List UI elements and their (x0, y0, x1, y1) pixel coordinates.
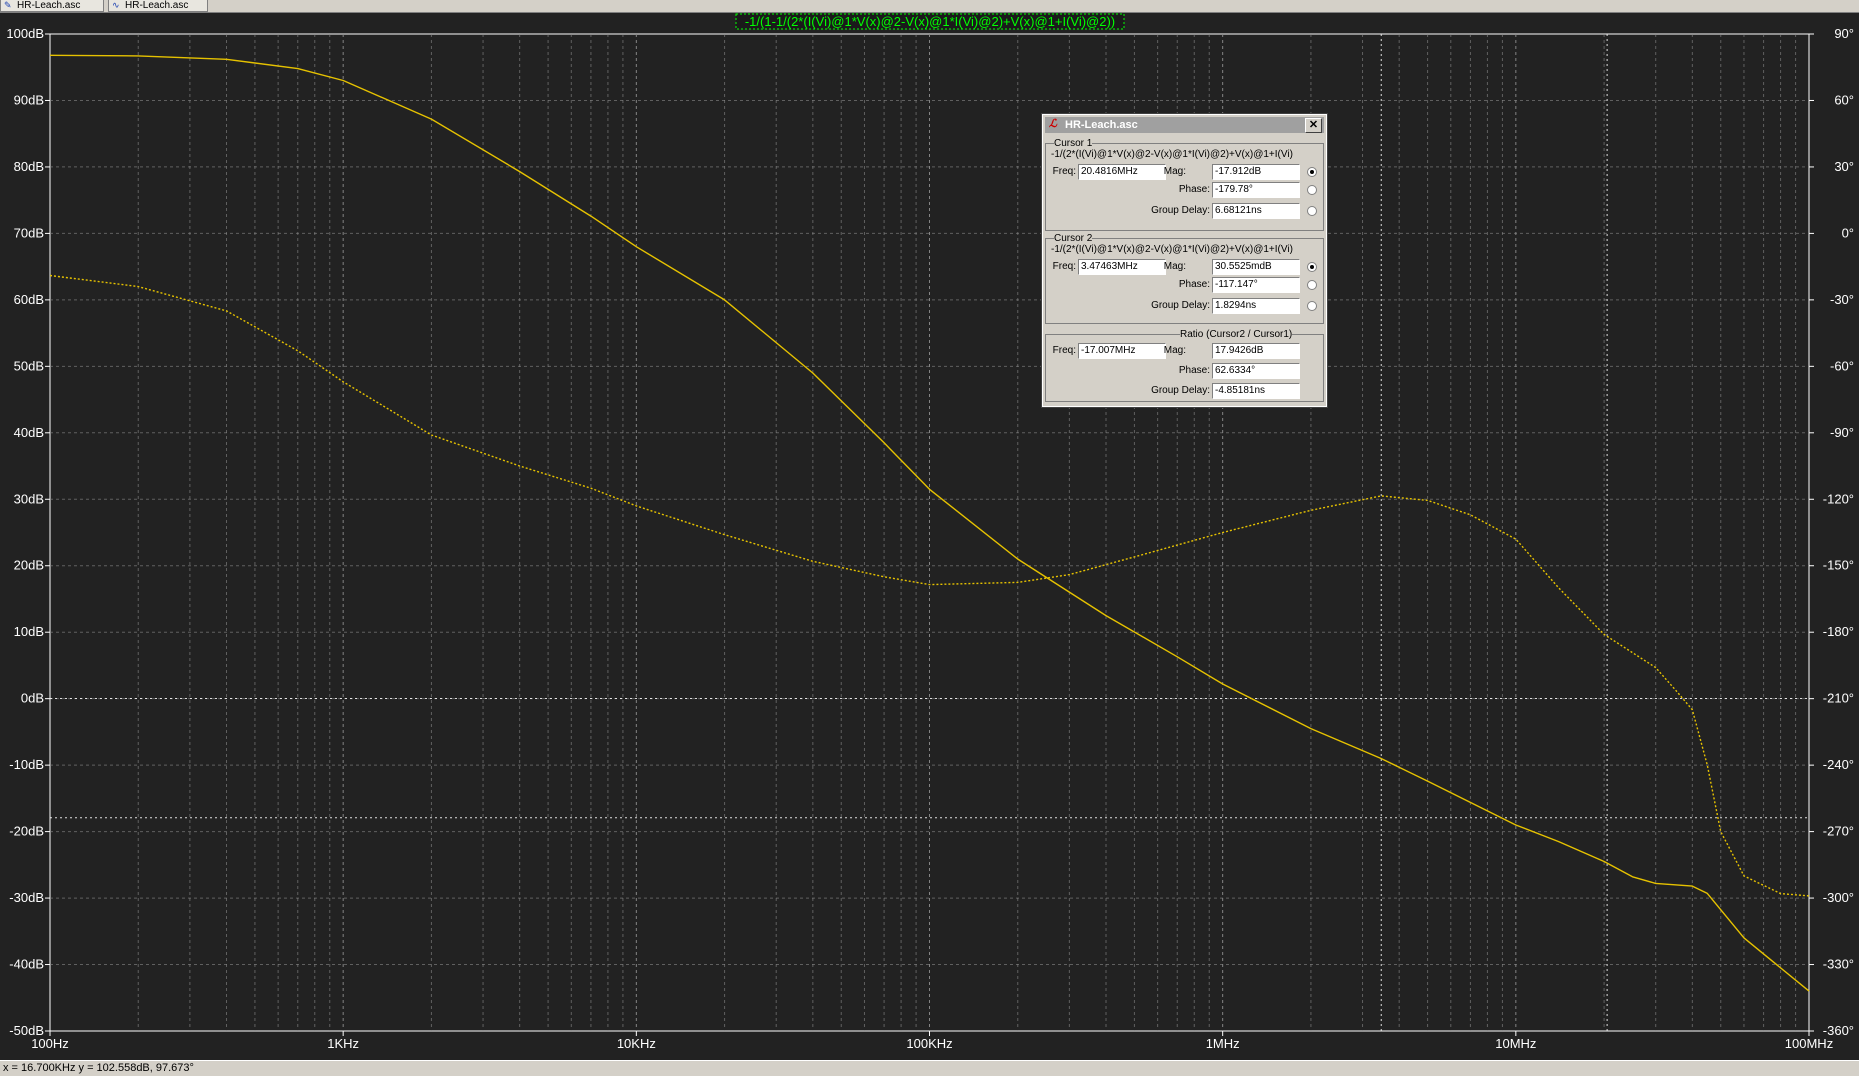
cursor1-mag-radio[interactable] (1307, 167, 1317, 177)
cursor2-phase-field[interactable]: -117.147° (1212, 277, 1300, 293)
x-tick-label: 1KHz (327, 1036, 359, 1051)
x-tick-label: 100KHz (906, 1036, 952, 1051)
cursor1-freq-label: Freq: (1052, 166, 1076, 177)
y-right-tick-label: -300° (1823, 890, 1854, 905)
y-right-tick-label: -60° (1830, 358, 1854, 373)
axis-labels: 100Hz 1KHz 10KHz 100KHz 1MHz 10MHz 100MHz 100dB… (6, 26, 1854, 1051)
cursor1-gd-label: Group Delay: (1151, 205, 1210, 216)
y-left-tick-label: -10dB (9, 757, 44, 772)
schematic-icon: ✎ (4, 0, 12, 10)
dialog-titlebar[interactable]: ℒ HR-Leach.asc ✕ (1045, 117, 1324, 133)
cursor2-mag-radio[interactable] (1307, 262, 1317, 272)
cursor2-phase-radio[interactable] (1307, 280, 1317, 290)
y-left-tick-label: 20dB (14, 558, 44, 573)
y-left-tick-label: 40dB (14, 425, 44, 440)
y-right-tick-label: -90° (1830, 425, 1854, 440)
cursor2-gd-field[interactable]: 1.8294ns (1212, 298, 1300, 314)
trace-title[interactable]: -1/(1-1/(2*(I(Vi)@1*V(x)@2-V(x)@1*I(Vi)@… (735, 13, 1125, 30)
ratio-phase-label: Phase: (1178, 365, 1210, 376)
trace-expression: -1/(1-1/(2*(I(Vi)@1*V(x)@2-V(x)@1*I(Vi)@… (745, 14, 1115, 29)
x-tick-label: 10KHz (617, 1036, 656, 1051)
waveform-icon: ∿ (112, 0, 120, 10)
y-right-tick-label: -210° (1823, 691, 1854, 706)
cursor1-gd-field[interactable]: 6.68121ns (1212, 203, 1300, 219)
y-right-tick-label: -240° (1823, 757, 1854, 772)
y-right-tick-label: -180° (1823, 624, 1854, 639)
cursor2-mag-field[interactable]: 30.5525mdB (1212, 259, 1300, 275)
ratio-group: Ratio (Cursor2 / Cursor1) Freq: -17.007M… (1045, 329, 1324, 402)
cursor1-phase-label: Phase: (1178, 184, 1210, 195)
y-left-tick-label: -40dB (9, 957, 44, 972)
ratio-gd-field[interactable]: -4.85181ns (1212, 383, 1300, 399)
cursor2-expression: -1/(2*(I(Vi)@1*V(x)@2-V(x)@1*I(Vi)@2)+V(… (1051, 244, 1293, 255)
cursor2-legend: Cursor 2 (1054, 233, 1093, 244)
cursor-dialog[interactable]: ℒ HR-Leach.asc ✕ Cursor 1 -1/(2*(I(Vi)@1… (1041, 113, 1328, 408)
y-left-tick-label: 10dB (14, 624, 44, 639)
y-left-tick-label: 0dB (21, 691, 44, 706)
y-left-tick-label: 30dB (14, 491, 44, 506)
y-right-tick-label: 90° (1834, 26, 1854, 41)
x-tick-label: 1MHz (1206, 1036, 1240, 1051)
cursor1-phase-radio[interactable] (1307, 185, 1317, 195)
cursor1-phase-field[interactable]: -179.78° (1212, 182, 1300, 198)
ratio-freq-label: Freq: (1052, 345, 1076, 356)
ltspice-icon: ℒ (1049, 118, 1057, 130)
cursor2-phase-label: Phase: (1178, 279, 1210, 290)
y-right-tick-label: -150° (1823, 558, 1854, 573)
ratio-freq-field[interactable]: -17.007MHz (1078, 343, 1166, 359)
x-tick-label: 100Hz (31, 1036, 69, 1051)
close-button[interactable]: ✕ (1305, 118, 1322, 133)
cursor2-gd-radio[interactable] (1307, 301, 1317, 311)
cursor1-gd-radio[interactable] (1307, 206, 1317, 216)
ratio-mag-label: Mag: (1163, 345, 1186, 356)
cursor1-mag-label: Mag: (1163, 166, 1186, 177)
ratio-phase-field[interactable]: 62.6334° (1212, 363, 1300, 379)
y-left-tick-label: -50dB (9, 1023, 44, 1038)
tab-schematic[interactable]: ✎ HR-Leach.asc (0, 0, 104, 12)
y-left-tick-label: 80dB (14, 159, 44, 174)
cursor2-mag-label: Mag: (1163, 261, 1186, 272)
tab-waveform-label: HR-Leach.asc (125, 0, 189, 11)
y-left-tick-label: 90dB (14, 92, 44, 107)
y-right-tick-label: 60° (1834, 92, 1854, 107)
y-right-tick-label: -120° (1823, 491, 1854, 506)
bode-plot[interactable]: 100Hz 1KHz 10KHz 100KHz 1MHz 10MHz 100MHz 100dB… (0, 12, 1859, 1060)
y-left-tick-label: 50dB (14, 358, 44, 373)
dialog-title: HR-Leach.asc (1065, 119, 1138, 131)
y-right-tick-label: -30° (1830, 292, 1854, 307)
y-left-tick-label: -30dB (9, 890, 44, 905)
x-tick-label: 10MHz (1495, 1036, 1536, 1051)
cursor2-freq-field[interactable]: 3.47463MHz (1078, 259, 1166, 275)
y-left-tick-label: 70dB (14, 225, 44, 240)
ratio-legend: Ratio (Cursor2 / Cursor1) (1180, 329, 1293, 340)
cursor1-freq-field[interactable]: 20.4816MHz (1078, 164, 1166, 180)
cursor2-group: Cursor 2 -1/(2*(I(Vi)@1*V(x)@2-V(x)@1*I(… (1045, 233, 1324, 324)
cursor1-legend: Cursor 1 (1054, 138, 1093, 149)
cursor1-expression: -1/(2*(I(Vi)@1*V(x)@2-V(x)@1*I(Vi)@2)+V(… (1051, 149, 1293, 160)
cursor-readout: x = 16.700KHz y = 102.558dB, 97.673° (3, 1062, 194, 1074)
y-left-tick-label: -20dB (9, 824, 44, 839)
y-right-tick-label: 30° (1834, 159, 1854, 174)
x-tick-label: 100MHz (1785, 1036, 1833, 1051)
grid (45, 33, 1814, 1036)
y-right-tick-label: -360° (1823, 1023, 1854, 1038)
tab-waveform[interactable]: ∿ HR-Leach.asc (108, 0, 208, 12)
y-left-tick-label: 60dB (14, 292, 44, 307)
ratio-mag-field[interactable]: 17.9426dB (1212, 343, 1300, 359)
cursor1-mag-field[interactable]: -17.912dB (1212, 164, 1300, 180)
ratio-gd-label: Group Delay: (1151, 385, 1210, 396)
y-right-tick-label: -270° (1823, 824, 1854, 839)
tab-schematic-label: HR-Leach.asc (17, 0, 81, 11)
cursor1-group: Cursor 1 -1/(2*(I(Vi)@1*V(x)@2-V(x)@1*I(… (1045, 138, 1324, 231)
y-left-tick-label: 100dB (6, 26, 44, 41)
y-right-tick-label: 0° (1842, 225, 1854, 240)
status-bar: x = 16.700KHz y = 102.558dB, 97.673° (0, 1060, 1859, 1076)
y-right-tick-label: -330° (1823, 957, 1854, 972)
cursor2-freq-label: Freq: (1052, 261, 1076, 272)
cursor2-gd-label: Group Delay: (1151, 300, 1210, 311)
